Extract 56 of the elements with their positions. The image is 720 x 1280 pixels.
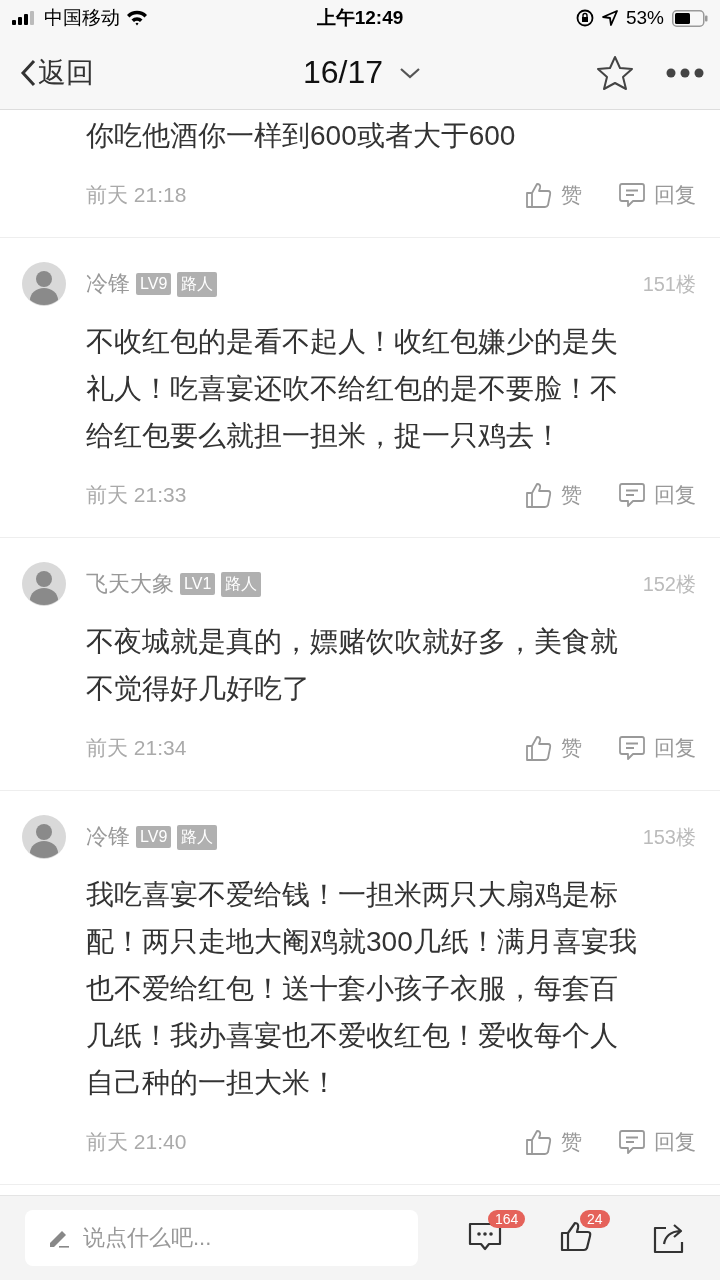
- avatar: [22, 562, 66, 606]
- battery-percent: 53%: [625, 7, 664, 29]
- reply-button[interactable]: 回复: [618, 181, 696, 209]
- comment-count-badge: 164: [488, 1210, 526, 1228]
- comment-time: 前天 21:18: [86, 182, 187, 208]
- rotation-lock-icon: [575, 9, 594, 27]
- comment-text: 不夜城就是真的，嫖赌饮吹就好多，美食就不觉得好几好吃了: [86, 625, 619, 706]
- chevron-left-icon: [20, 58, 36, 87]
- reply-button[interactable]: 回复: [618, 734, 696, 762]
- floor-number: 153楼: [642, 824, 696, 850]
- share-icon[interactable]: [652, 1222, 686, 1254]
- comment-icon: [618, 181, 646, 209]
- star-icon[interactable]: [596, 54, 634, 91]
- author-name[interactable]: 冷锋: [86, 269, 130, 299]
- thumbs-up-icon: [525, 1128, 553, 1156]
- location-icon: [601, 10, 618, 26]
- back-button[interactable]: 返回: [20, 53, 190, 92]
- comment-icon: [618, 734, 646, 762]
- role-tag: 路人: [221, 571, 262, 597]
- more-icon[interactable]: [666, 67, 704, 78]
- thumbs-up-icon: [525, 481, 553, 509]
- comment-time: 前天 21:40: [86, 1129, 187, 1155]
- thumbs-up-icon: [525, 734, 553, 762]
- reply-button[interactable]: 回复: [618, 481, 696, 509]
- carrier-name: 中国移动: [44, 6, 120, 30]
- floor-number: 152楼: [642, 571, 696, 597]
- battery-icon: [672, 9, 708, 27]
- like-button[interactable]: 赞: [525, 734, 582, 762]
- status-time: 上午12:49: [316, 6, 404, 30]
- level-tag: LV9: [136, 826, 172, 848]
- avatar: [22, 815, 66, 859]
- comment-text: 你吃他酒你一样到600或者大于600: [86, 119, 517, 153]
- comment-time: 前天 21:34: [86, 735, 187, 761]
- comment-icon: [618, 1128, 646, 1156]
- comment-text: 不收红包的是看不起人！收红包嫌少的是失礼人！吃喜宴还吹不给红包的是不要脸！不给红包要么就担一担米，捉一只鸡去！: [86, 325, 619, 453]
- like-button[interactable]: 赞: [525, 1128, 582, 1156]
- role-tag: 路人: [177, 824, 218, 850]
- level-tag: LV1: [180, 573, 216, 595]
- comment-input[interactable]: 说点什么吧...: [25, 1210, 418, 1266]
- role-tag: 路人: [177, 271, 218, 297]
- like-button[interactable]: 赞: [525, 181, 582, 209]
- like-count-badge: 24: [580, 1210, 610, 1228]
- like-button[interactable]: 赞: [525, 481, 582, 509]
- chevron-down-icon: [399, 66, 422, 79]
- floor-number: 151楼: [642, 271, 696, 297]
- wifi-icon: [126, 10, 148, 26]
- comment-time: 前天 21:33: [86, 482, 187, 508]
- thumbs-up-icon: [525, 181, 553, 209]
- author-name[interactable]: 飞天大象: [86, 569, 174, 599]
- reply-button[interactable]: 回复: [618, 1128, 696, 1156]
- page-selector[interactable]: 16/17: [302, 54, 422, 91]
- level-tag: LV9: [136, 273, 172, 295]
- comment-text: 我吃喜宴不爱给钱！一担米两只大扇鸡是标配！两只走地大阉鸡就300几纸！满月喜宴我也不爱给红包！送十套小孩子衣服，每套百几纸！我办喜宴也不爱收红包！爱收每个人自己种的一担大米！: [86, 878, 638, 1100]
- comment-icon: [618, 481, 646, 509]
- author-name[interactable]: 冷锋: [86, 822, 130, 852]
- avatar: [22, 262, 66, 306]
